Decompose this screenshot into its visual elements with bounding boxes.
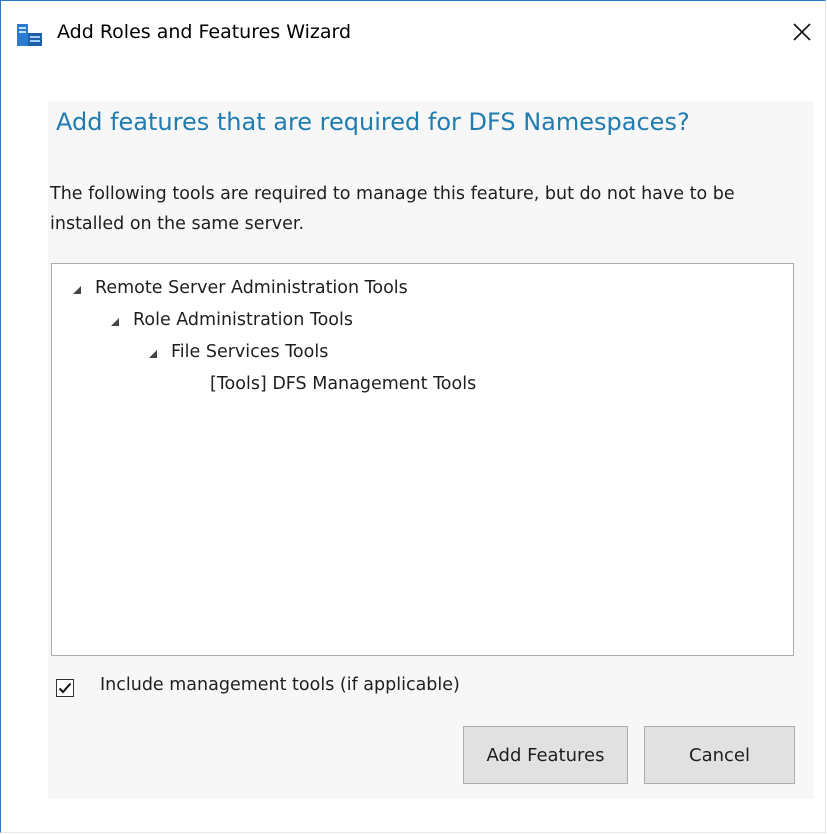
expanded-triangle-icon[interactable] bbox=[107, 313, 121, 327]
dialog-description: The following tools are required to mana… bbox=[50, 184, 735, 234]
close-icon bbox=[793, 23, 811, 41]
add-features-button[interactable]: Add Features bbox=[463, 726, 628, 784]
title-bar[interactable]: Add Roles and Features Wizard bbox=[1, 1, 825, 63]
tree-item-label: Role Administration Tools bbox=[133, 310, 353, 330]
expanded-triangle-icon[interactable] bbox=[145, 345, 159, 359]
expanded-triangle-icon[interactable] bbox=[69, 281, 83, 295]
tree-item-dfs-management-tools[interactable]: [Tools] DFS Management Tools bbox=[210, 369, 476, 399]
tree-item-label: [Tools] DFS Management Tools bbox=[210, 374, 477, 394]
cancel-button[interactable]: Cancel bbox=[644, 726, 795, 784]
tree-item-role-admin-tools[interactable]: Role Administration Tools bbox=[107, 305, 353, 335]
window-title: Add Roles and Features Wizard bbox=[57, 21, 352, 43]
include-management-tools-checkbox[interactable] bbox=[56, 679, 74, 697]
required-features-tree[interactable]: Remote Server Administration Tools Role … bbox=[51, 263, 794, 656]
dialog-panel: Add features that are required for DFS N… bbox=[48, 101, 814, 799]
tree-item-rsat[interactable]: Remote Server Administration Tools bbox=[69, 273, 408, 303]
wizard-window: Add Roles and Features Wizard Add featur… bbox=[0, 0, 826, 833]
tree-item-label: File Services Tools bbox=[171, 342, 329, 362]
tree-item-file-services-tools[interactable]: File Services Tools bbox=[145, 337, 328, 367]
close-button[interactable] bbox=[779, 9, 825, 55]
server-manager-icon bbox=[15, 21, 45, 49]
include-management-tools-label[interactable]: Include management tools (if applicable) bbox=[100, 675, 460, 695]
tree-item-label: Remote Server Administration Tools bbox=[95, 278, 408, 298]
dialog-heading: Add features that are required for DFS N… bbox=[56, 108, 690, 136]
checkmark-icon bbox=[58, 682, 72, 694]
